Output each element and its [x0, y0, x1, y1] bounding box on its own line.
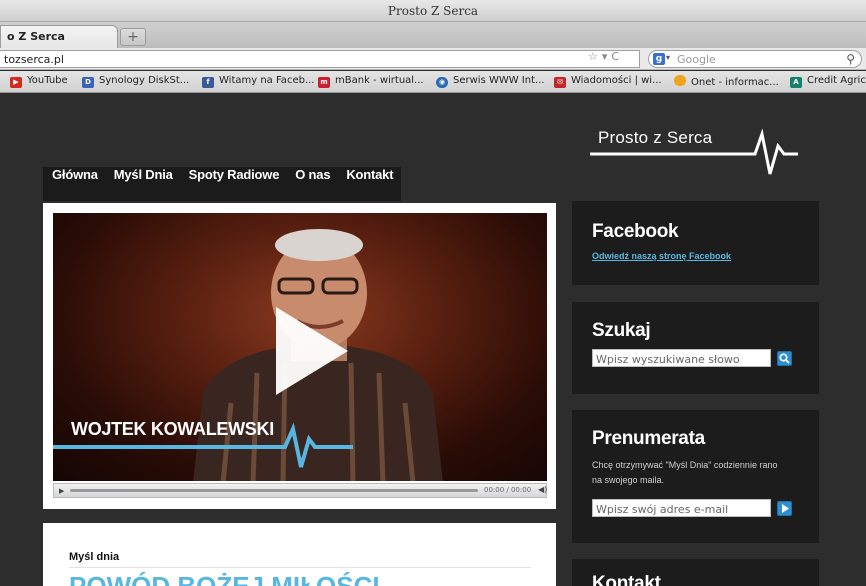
bookmarks-bar: ▶ YouTube D Synology DiskSt... f Witamy na …	[0, 71, 866, 93]
bookmark-serwis[interactable]: ◉ Serwis WWW Int...	[436, 75, 545, 88]
browser-toolbar: tozserca.pl ☆ ▾ C g ▾ Google ⚲	[0, 48, 866, 70]
globe-icon: ◉	[436, 77, 448, 88]
post-category: Myśl dnia	[69, 551, 120, 563]
tab-strip: o Z Serca +	[0, 22, 866, 48]
volume-icon[interactable]: ◀)	[538, 485, 547, 494]
email-field[interactable]	[592, 499, 771, 518]
search-widget-title: Szukaj	[592, 320, 651, 341]
bookmark-onet[interactable]: Onet - informac...	[674, 75, 779, 88]
nav-glowna[interactable]: Główna	[43, 167, 106, 201]
web-page: Prosto z Serca Główna Myśl Dnia Spoty Ra…	[0, 94, 866, 586]
bookmark-youtube[interactable]: ▶ YouTube	[10, 75, 68, 88]
facebook-widget: Facebook Odwiedź naszą stronę Facebook	[572, 201, 819, 285]
email-input[interactable]	[593, 501, 770, 518]
window-title: Prosto Z Serca	[387, 4, 479, 18]
search-icon[interactable]: ⚲	[846, 52, 855, 66]
facebook-link[interactable]: Odwiedź naszą stronę Facebook	[592, 251, 731, 261]
nav-kontakt[interactable]: Kontakt	[338, 167, 401, 201]
search-bar[interactable]: g ▾ Google ⚲	[648, 50, 862, 68]
contact-widget: Kontakt	[572, 559, 819, 586]
video-player[interactable]: WOJTEK KOWALEWSKI	[53, 213, 547, 481]
facebook-widget-title: Facebook	[592, 221, 679, 242]
video-time: 00:00 / 00:00	[484, 486, 532, 494]
new-tab-button[interactable]: +	[120, 28, 146, 46]
youtube-icon: ▶	[10, 77, 22, 88]
play-icon[interactable]	[276, 307, 348, 395]
nav-spoty-radiowe[interactable]: Spoty Radiowe	[181, 167, 288, 201]
arrow-right-icon	[782, 504, 789, 513]
synology-icon: D	[82, 77, 94, 88]
mbank-icon: m	[318, 77, 330, 88]
subscribe-button[interactable]	[777, 501, 792, 516]
window-titlebar: Prosto Z Serca	[0, 0, 866, 22]
post-divider	[69, 567, 531, 568]
daily-thought-post: Myśl dnia POWÓD BOŻEJ MIŁOŚCI	[43, 523, 556, 586]
history-dropdown-icon[interactable]: ▾	[602, 50, 608, 63]
nav-mysl-dnia[interactable]: Myśl Dnia	[106, 167, 181, 201]
browser-tab-label: o Z Serca	[7, 30, 65, 43]
search-widget: Szukaj	[572, 302, 819, 394]
address-bar[interactable]: tozserca.pl	[0, 50, 640, 68]
facebook-icon: f	[202, 77, 214, 88]
bookmark-synology[interactable]: D Synology DiskSt...	[82, 75, 189, 88]
reload-icon[interactable]: C	[611, 50, 619, 63]
subscription-widget-title: Prenumerata	[592, 428, 705, 449]
nav-o-nas[interactable]: O nas	[287, 167, 338, 201]
mail-icon: ✉	[554, 77, 566, 88]
subscription-description: Chcę otrzymywać "Myśl Dnia" codziennie r…	[592, 460, 778, 485]
video-controls: ▶ 00:00 / 00:00 ◀)	[53, 483, 547, 498]
video-card: WOJTEK KOWALEWSKI ▶ 00:00 / 00:00 ◀)	[43, 203, 556, 509]
play-small-icon[interactable]: ▶	[59, 487, 64, 495]
site-search-input[interactable]	[593, 351, 770, 368]
contact-widget-title: Kontakt	[592, 573, 661, 586]
site-logo[interactable]: Prosto z Serca	[590, 124, 800, 184]
heartbeat-logo-icon	[590, 128, 798, 175]
seek-bar[interactable]	[70, 489, 478, 492]
site-search-field[interactable]	[592, 349, 771, 368]
magnifier-icon	[779, 353, 790, 364]
address-bar-actions: ☆ ▾ C	[588, 50, 623, 63]
heartbeat-line-icon	[53, 422, 353, 468]
bookmark-facebook[interactable]: f Witamy na Faceb...	[202, 75, 314, 88]
bookmark-star-icon[interactable]: ☆	[588, 50, 598, 63]
video-lower-third: WOJTEK KOWALEWSKI	[53, 411, 353, 468]
main-navigation: Główna Myśl Dnia Spoty Radiowe O nas Kon…	[43, 167, 402, 201]
post-title[interactable]: POWÓD BOŻEJ MIŁOŚCI	[69, 571, 380, 586]
bookmark-wiadomosci[interactable]: ✉ Wiadomości | wi...	[554, 75, 662, 88]
address-url: tozserca.pl	[4, 53, 64, 66]
google-icon[interactable]: g	[653, 53, 665, 65]
bookmark-credit-agricole[interactable]: A Credit Agric	[790, 75, 866, 88]
search-bar-placeholder: Google	[677, 53, 716, 66]
search-engine-dropdown-icon[interactable]: ▾	[666, 53, 670, 62]
browser-tab[interactable]: o Z Serca	[0, 25, 118, 48]
subscription-widget: Prenumerata Chcę otrzymywać "Myśl Dnia" …	[572, 410, 819, 543]
credit-agricole-icon: A	[790, 77, 802, 88]
bookmark-mbank[interactable]: m mBank - wirtual...	[318, 75, 424, 88]
onet-icon	[674, 75, 686, 86]
site-search-button[interactable]	[777, 351, 792, 366]
